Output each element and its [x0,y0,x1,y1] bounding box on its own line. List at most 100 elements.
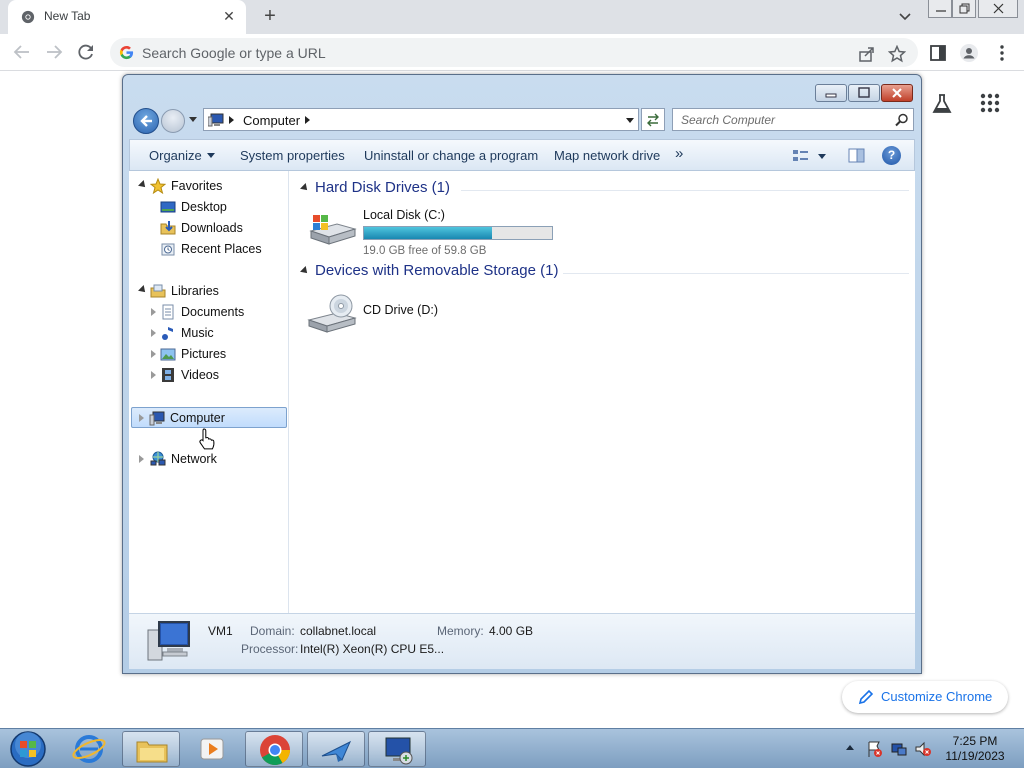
google-chrome-icon [260,735,290,766]
nav-libraries-label: Libraries [171,284,219,298]
breadcrumb-separator-icon[interactable] [305,116,310,124]
close-window-button[interactable] [978,0,1018,18]
chrome-tab-strip: New Tab ✕ + [0,0,1024,34]
explorer-forward-button[interactable] [161,109,185,133]
labs-flask-icon[interactable] [930,92,954,116]
customize-chrome-button[interactable]: Customize Chrome [842,681,1008,713]
change-view-icon[interactable] [792,148,828,164]
drive-item-cd-drive-d[interactable]: CD Drive (D:) [307,289,567,339]
organize-button[interactable]: Organize [149,148,215,163]
collapsed-triangle-icon[interactable] [139,455,144,463]
back-arrow-icon[interactable] [11,41,33,63]
bookmark-star-icon[interactable] [888,45,906,63]
breadcrumb-computer[interactable]: Computer [243,113,300,128]
nav-libraries[interactable]: Libraries [129,281,287,302]
network-status-icon[interactable] [890,740,908,758]
share-icon[interactable] [858,45,876,63]
recent-pages-dropdown-icon[interactable] [188,116,198,124]
nav-pictures-label: Pictures [181,347,227,361]
group-title-removable-storage: Devices with Removable Storage (1) [315,262,559,279]
profile-avatar-icon[interactable] [959,43,979,63]
taskbar-remote-desktop[interactable] [368,731,426,767]
recent-places-icon [161,243,175,256]
show-hidden-icons-chevron-icon[interactable] [844,741,856,753]
explorer-back-button[interactable] [133,108,159,134]
explorer-search-box[interactable]: Search Computer [672,108,914,131]
explorer-address-bar[interactable]: Computer [203,108,639,131]
computer-icon [208,113,224,127]
restore-icon [959,3,970,14]
tab-new-tab[interactable]: New Tab ✕ [8,0,246,34]
action-center-flag-icon[interactable] [866,740,884,758]
collapsed-triangle-icon[interactable] [151,308,156,316]
taskbar-app-bird[interactable] [307,731,365,767]
new-tab-button[interactable]: + [258,5,282,29]
maximize-icon [858,87,870,98]
nav-pictures[interactable]: Pictures [129,344,287,365]
nav-network[interactable]: Network [129,449,287,470]
cd-drive-icon [307,294,357,333]
search-icon [895,113,908,127]
expanded-triangle-icon[interactable] [300,183,310,193]
windows-taskbar: 7:25 PM 11/19/2023 [0,728,1024,768]
breadcrumb-separator-icon[interactable] [229,116,234,124]
tab-search-chevron-icon[interactable] [895,8,915,26]
more-commands-button[interactable]: » [675,145,683,162]
tab-close-icon[interactable]: ✕ [220,7,238,25]
expanded-triangle-icon[interactable] [300,266,310,276]
drive-item-local-disk-c[interactable]: Local Disk (C:) 19.0 GB free of 59.8 GB [307,205,567,257]
group-divider [461,190,909,191]
windows-start-orb-icon[interactable] [5,730,51,768]
address-history-dropdown-icon[interactable] [626,118,634,123]
forward-arrow-icon[interactable] [43,41,65,63]
taskbar-internet-explorer[interactable] [60,731,118,767]
nav-downloads[interactable]: Downloads [129,218,287,239]
volume-muted-icon[interactable] [914,740,932,758]
explorer-minimize-button[interactable] [815,84,847,102]
explorer-close-button[interactable] [881,84,913,102]
libraries-icon [150,284,166,298]
preview-pane-icon[interactable] [848,148,866,164]
collapsed-triangle-icon[interactable] [139,414,144,422]
explorer-refresh-button[interactable] [641,108,665,131]
nav-music[interactable]: Music [129,323,287,344]
nav-computer[interactable]: Computer [131,407,287,428]
media-player-icon [200,738,224,760]
google-apps-grid-icon[interactable] [978,91,1002,115]
taskbar-media-player[interactable] [183,731,241,767]
taskbar-windows-explorer[interactable] [122,731,180,767]
desktop-icon [160,201,176,213]
favorites-star-icon [150,178,166,194]
downloads-folder-icon [160,221,176,235]
map-network-drive-button[interactable]: Map network drive [554,148,660,163]
domain-label: Domain: [250,624,295,638]
explorer-maximize-button[interactable] [848,84,880,102]
taskbar-google-chrome[interactable] [245,731,303,767]
nav-recent-places[interactable]: Recent Places [129,239,287,260]
nav-desktop[interactable]: Desktop [129,197,287,218]
collapsed-triangle-icon[interactable] [151,329,156,337]
nav-documents[interactable]: Documents [129,302,287,323]
uninstall-program-button[interactable]: Uninstall or change a program [364,148,538,163]
collapsed-triangle-icon[interactable] [151,371,156,379]
nav-videos[interactable]: Videos [129,365,287,386]
help-button[interactable]: ? [882,146,901,165]
system-properties-button[interactable]: System properties [240,148,345,163]
network-icon [150,451,166,466]
taskbar-clock[interactable]: 7:25 PM 11/19/2023 [940,734,1010,764]
collapsed-triangle-icon[interactable] [151,350,156,358]
omnibox[interactable]: Search Google or type a URL [110,38,918,67]
kebab-menu-icon[interactable] [992,43,1012,63]
expanded-triangle-icon[interactable] [138,285,148,295]
documents-icon [162,304,174,320]
group-header-hard-disk-drives[interactable]: Hard Disk Drives (1) [300,179,909,199]
side-panel-icon[interactable] [928,43,948,63]
group-header-removable-storage[interactable]: Devices with Removable Storage (1) [300,262,909,282]
videos-film-icon [162,368,174,382]
restore-window-button[interactable] [952,0,976,18]
reload-icon[interactable] [75,41,97,63]
minimize-window-button[interactable] [928,0,952,18]
details-pane: VM1 Domain: collabnet.local Memory: 4.00… [129,613,915,669]
nav-favorites[interactable]: Favorites [129,176,287,197]
expanded-triangle-icon[interactable] [138,180,148,190]
